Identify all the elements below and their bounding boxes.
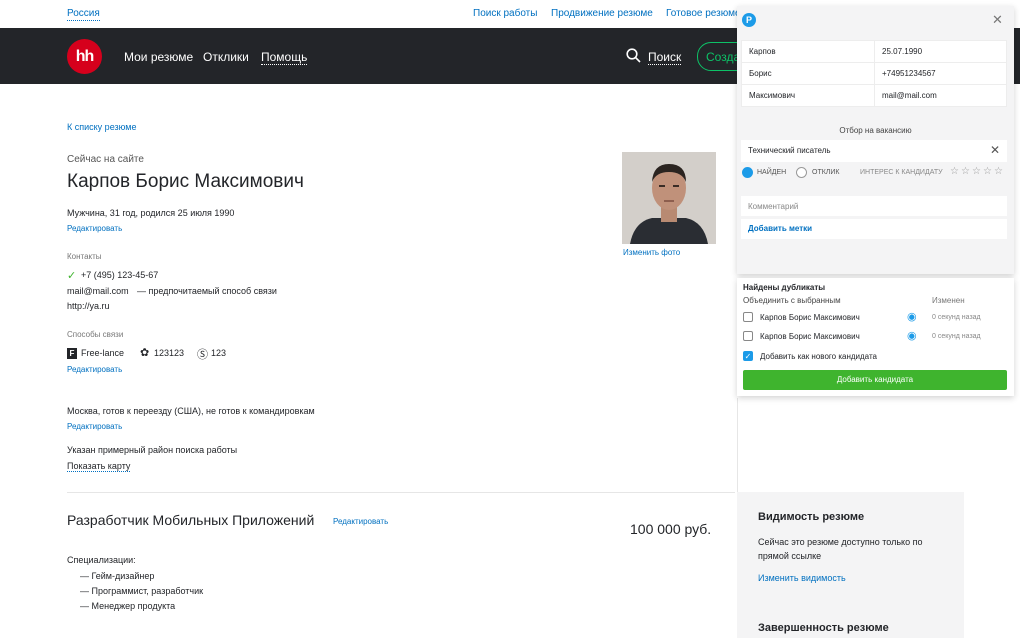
specialization-item: — Менеджер продукта [80,601,176,611]
duplicate-time: 0 секунд назад [932,333,981,340]
visibility-text: Сейчас это резюме доступно только по пря… [758,537,923,561]
messenger-skype: 123 [211,348,227,358]
star-icon[interactable]: ☆ [950,166,959,177]
back-to-resumes-link[interactable]: К списку резюме [67,122,136,132]
nav-responses[interactable]: Отклики [203,50,249,64]
add-new-label: Добавить как нового кандидата [760,352,877,361]
view-eye-icon[interactable]: ◉ [907,310,917,323]
change-photo-link[interactable]: Изменить фото [623,248,680,257]
nav-help[interactable]: Помощь [261,50,308,65]
vacancy-select[interactable]: Технический писатель [741,140,1007,162]
specialization-item: — Гейм-дизайнер [80,571,155,581]
comment-input[interactable]: Комментарий [741,196,1007,216]
messenger-icq: 123123 [154,348,185,358]
candidate-name: Карпов Борис Максимович [67,171,304,192]
phone-number: +7 (495) 123-45-67 [81,270,159,280]
phone-field[interactable]: +74951234567 [874,62,1007,85]
messengers-label: Способы связи [67,330,124,339]
edit-location-link[interactable]: Редактировать [67,422,122,431]
specializations-label: Специализации: [67,555,136,565]
hh-logo[interactable]: hh [67,39,102,74]
radio-found-label: НАЙДЕН [757,169,787,176]
first-name-field[interactable]: Борис [741,62,875,85]
region-link[interactable]: Россия [67,8,100,21]
online-status: Сейчас на сайте [67,154,144,165]
interest-label: ИНТЕРЕС К КАНДИДАТУ [860,169,943,176]
email-field[interactable]: mail@mail.com [874,84,1007,107]
candidate-fields-table: Карпов 25.07.1990 Борис +74951234567 Мак… [741,40,1007,107]
duplicate-time: 0 секунд назад [932,314,981,321]
duplicate-name[interactable]: Карпов Борис Максимович [760,332,860,341]
email-link[interactable]: mail@mail.com [67,286,129,296]
close-icon[interactable]: ✕ [992,12,1003,28]
contacts-label: Контакты [67,252,102,261]
position-title: Разработчик Мобильных Приложений [67,512,315,528]
radio-response[interactable] [796,167,807,178]
skype-icon: Ⓢ [197,349,208,361]
sidebar-border [737,398,738,492]
salary: 100 000 руб. [630,521,712,537]
edit-position-link[interactable]: Редактировать [333,517,388,526]
radio-response-label: ОТКЛИК [812,169,840,176]
changed-label: Изменен [932,296,965,305]
search-link[interactable]: Поиск [648,50,682,65]
area-note: Указан примерный район поиска работы [67,445,238,455]
radio-found[interactable] [742,167,753,178]
change-visibility-link[interactable]: Изменить видимость [758,573,846,583]
clear-vacancy-icon[interactable]: ✕ [990,143,1000,157]
star-icon[interactable]: ☆ [994,166,1003,177]
icq-icon: ✿ [140,347,150,359]
duplicate-name[interactable]: Карпов Борис Максимович [760,313,860,322]
verified-check-icon: ✓ [67,270,77,282]
personal-info: Мужчина, 31 год, родился 25 июля 1990 [67,208,235,218]
add-candidate-button[interactable]: Добавить кандидата [743,370,1007,390]
candidate-photo [622,152,716,244]
location-info: Москва, готов к переезду (США), не готов… [67,406,315,416]
freelance-icon: F [67,348,77,359]
search-icon[interactable] [626,48,641,63]
duplicate-checkbox[interactable] [743,331,753,341]
specialization-item: — Программист, разработчик [80,586,204,596]
birthdate-field[interactable]: 25.07.1990 [874,40,1007,63]
completeness-title: Завершенность резюме [758,622,889,634]
vacancy-section-title: Отбор на вакансию [839,126,912,135]
duplicate-checkbox[interactable] [743,312,753,322]
messenger-freelance: Free-lance [81,348,125,358]
star-icon[interactable]: ☆ [961,166,970,177]
star-icon[interactable]: ☆ [972,166,981,177]
website-link[interactable]: http://ya.ru [67,301,110,311]
nav-my-resumes[interactable]: Мои резюме [124,50,193,64]
extension-logo-icon: P [742,13,756,27]
edit-messengers-link[interactable]: Редактировать [67,365,122,374]
show-map-link[interactable]: Показать карту [67,461,131,472]
star-icon[interactable]: ☆ [983,166,992,177]
view-eye-icon[interactable]: ◉ [907,329,917,342]
top-link-promotion[interactable]: Продвижение резюме [551,8,653,19]
add-tags-link[interactable]: Добавить метки [741,219,1007,239]
add-new-checkbox[interactable]: ✓ [743,351,753,361]
edit-personal-link[interactable]: Редактировать [67,224,122,233]
top-link-ready-resume[interactable]: Готовое резюме [666,8,741,19]
merge-label: Объединить с выбранным [743,296,841,305]
last-name-field[interactable]: Карпов [741,40,875,63]
duplicates-title: Найдены дубликаты [743,283,826,292]
top-link-job-search[interactable]: Поиск работы [473,8,537,19]
middle-name-field[interactable]: Максимович [741,84,875,107]
visibility-title: Видимость резюме [758,511,865,523]
email-note: — предпочитаемый способ связи [137,286,277,296]
section-divider [67,492,735,493]
